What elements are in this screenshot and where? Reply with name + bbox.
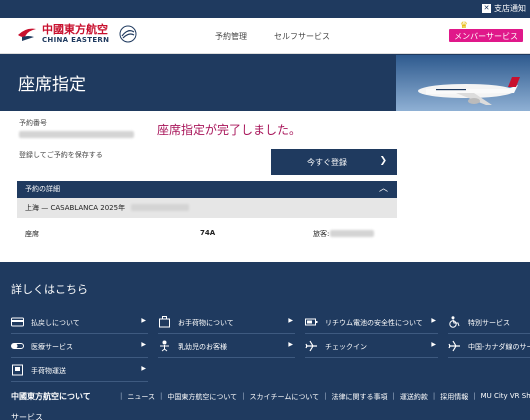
link-special-service[interactable]: 特別サービス (448, 312, 530, 334)
arrow-right-icon: ▶ (431, 317, 436, 324)
footer-link-skyteam[interactable]: スカイチームについて (250, 392, 320, 402)
link-baggage-transport[interactable]: 手荷物運送 ▶ (11, 360, 148, 382)
skyteam-icon (119, 25, 137, 43)
footer-link-news[interactable]: ニュース (127, 392, 155, 402)
footer-links-bar: 中國東方航空について | ニュース | 中国東方航空について | スカイチームに… (0, 386, 530, 406)
footer-link-conditions[interactable]: 運送約款 (400, 392, 428, 402)
link-refund[interactable]: 払戻しについて ▶ (11, 312, 148, 334)
footer-link-careers[interactable]: 採用情報 (440, 392, 468, 402)
seat-label: 座席 (25, 230, 39, 238)
infant-icon (160, 340, 169, 352)
footer-link-about[interactable]: 中国東方航空について (167, 392, 237, 402)
site-header: 中國東方航空 CHINA EASTERN 予約管理 セルフサービス ♛ メンバー… (0, 18, 530, 54)
link-medical[interactable]: 医療サービス ▶ (11, 336, 148, 358)
nav-self-service[interactable]: セルフサービス (274, 31, 330, 42)
arrow-right-icon: ▶ (141, 341, 146, 348)
arrow-right-icon: ▶ (141, 365, 146, 372)
footer-link-vr-show[interactable]: MU City VR Show (481, 392, 530, 402)
success-message: 座席指定が完了しました。 (157, 123, 302, 137)
top-strip: ✕ 支店通知 (0, 0, 530, 18)
seat-row: 座席 74A 旅客: (17, 218, 397, 248)
arrow-right-icon: ▶ (288, 341, 293, 348)
footer-links: | ニュース | 中国東方航空について | スカイチームについて | 法律に関す… (115, 392, 530, 402)
support-link[interactable]: ✕ 支店通知 (482, 3, 526, 14)
card-icon (11, 317, 24, 327)
arrow-right-icon: ▶ (288, 317, 293, 324)
plane-icon (448, 340, 460, 352)
passenger-label: 旅客: (313, 230, 330, 238)
footer-heading: 中國東方航空について (11, 392, 91, 401)
logo-cn-text: 中國東方航空 (42, 22, 108, 36)
link-lithium-battery[interactable]: リチウム電池の安全性について ▶ (305, 312, 438, 334)
page-banner: 座席指定 (0, 55, 530, 111)
more-info-title: 詳しくはこちら (11, 283, 88, 296)
passenger-name-redacted (330, 230, 374, 237)
medical-icon (11, 343, 24, 349)
plane-icon (305, 340, 317, 352)
footer-link-legal[interactable]: 法律に関する事項 (331, 392, 387, 402)
chevron-right-icon: ❯ (379, 156, 387, 166)
chevron-up-icon: ︿ (378, 184, 388, 194)
arrow-right-icon: ▶ (431, 341, 436, 348)
register-button-label: 今すぐ登録 (307, 158, 347, 167)
booking-number-redacted (19, 131, 134, 138)
luggage-icon (159, 316, 170, 328)
details-header[interactable]: 予約の詳細 ︿ (17, 181, 397, 198)
arrow-right-icon: ▶ (141, 317, 146, 324)
battery-icon (305, 318, 318, 326)
bag-icon (12, 364, 23, 376)
booking-details: 予約の詳細 ︿ 上海 — CASABLANCA 2025年 座席 74A 旅客: (17, 181, 397, 248)
date-redacted (131, 204, 189, 211)
logo-swallow-icon (18, 28, 36, 41)
link-check-in[interactable]: チェックイン ▶ (305, 336, 438, 358)
main-content: 予約番号 登録してご予約を保存する 座席指定が完了しました。 今すぐ登録 ❯ 予… (0, 111, 530, 262)
logo-en-text: CHINA EASTERN (42, 35, 110, 44)
register-now-button[interactable]: 今すぐ登録 ❯ (271, 149, 397, 175)
member-service-button[interactable]: メンバーサービス (448, 28, 524, 43)
link-infant[interactable]: 乳幼児のお客様 ▶ (158, 336, 295, 358)
link-china-canada[interactable]: 中国-カナダ線のサー (448, 336, 530, 358)
footer-bottom-heading: サービス (11, 413, 43, 420)
airplane-photo (396, 55, 530, 111)
save-prompt: 登録してご予約を保存する (19, 151, 103, 159)
close-icon: ✕ (482, 4, 491, 13)
airline-logo[interactable]: 中國東方航空 CHINA EASTERN (16, 23, 139, 45)
route-row: 上海 — CASABLANCA 2025年 (17, 198, 397, 218)
seat-value: 74A (200, 229, 216, 237)
nav-manage-booking[interactable]: 予約管理 (215, 31, 247, 42)
booking-number-label: 予約番号 (19, 119, 47, 127)
link-baggage[interactable]: お手荷物について ▶ (158, 312, 295, 334)
wheelchair-icon (449, 316, 460, 328)
page-title: 座席指定 (18, 75, 86, 95)
